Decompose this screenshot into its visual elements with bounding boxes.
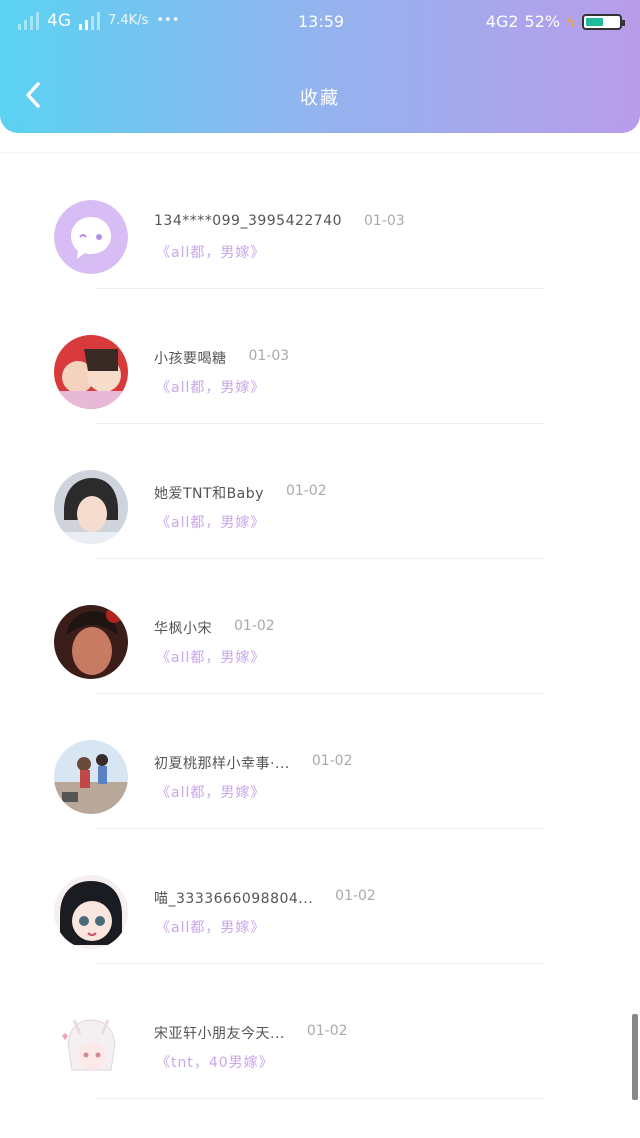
item-date: 01-03 — [364, 213, 405, 229]
status-bar: 4G 7.4K/s ••• 13:59 4G2 52% ϟ — [0, 8, 640, 36]
user-name: 喵_3333666098804... — [154, 891, 314, 907]
story-title: 《all都，男嫁》 — [156, 380, 266, 396]
network-speed: 7.4K/s — [108, 13, 149, 28]
item-date: 01-02 — [285, 483, 327, 499]
item-header: 华枫小宋 01-02 — [154, 618, 275, 638]
item-header: 宋亚轩小朋友今天... 01-02 — [154, 1023, 348, 1043]
user-name: 小孩要喝糖 — [154, 351, 227, 367]
scrollbar[interactable] — [632, 1014, 638, 1100]
story-title: 《all都，男嫁》 — [156, 650, 266, 666]
user-name: 初夏桃那样小幸事·... — [154, 756, 290, 772]
user-name: 华枫小宋 — [154, 621, 212, 637]
item-date: 01-02 — [311, 753, 353, 769]
item-date: 01-02 — [306, 1023, 348, 1039]
signal-icon — [18, 12, 39, 30]
favorite-list-item[interactable]: 小孩要喝糖 01-03 《all都，男嫁》 — [0, 289, 640, 424]
avatar[interactable] — [54, 740, 128, 814]
favorite-list-item[interactable]: 初夏桃那样小幸事·... 01-02 《all都，男嫁》 — [0, 694, 640, 829]
avatar[interactable] — [54, 470, 128, 544]
item-header: 喵_3333666098804... 01-02 — [154, 888, 376, 908]
avatar[interactable] — [54, 335, 128, 409]
network-type: 4G — [47, 11, 71, 31]
user-name: 134****099_3995422740 — [154, 213, 343, 229]
favorite-list-item[interactable]: 喵_3333666098804... 01-02 《all都，男嫁》 — [0, 829, 640, 964]
avatar[interactable] — [54, 200, 128, 274]
user-name: 她爱TNT和Baby — [154, 486, 264, 502]
avatar[interactable] — [54, 1010, 128, 1084]
avatar[interactable] — [54, 605, 128, 679]
favorite-list-item[interactable]: 她爱TNT和Baby 01-02 《all都，男嫁》 — [0, 424, 640, 559]
item-date: 01-03 — [248, 348, 290, 364]
network-type-2: 4G2 — [485, 12, 519, 31]
page-title: 收藏 — [300, 88, 340, 109]
story-title: 《all都，男嫁》 — [156, 245, 266, 261]
item-header: 134****099_3995422740 01-03 — [154, 213, 405, 229]
item-header: 小孩要喝糖 01-03 — [154, 348, 289, 368]
favorite-list-item[interactable]: 华枫小宋 01-02 《all都，男嫁》 — [0, 559, 640, 694]
avatar[interactable] — [54, 875, 128, 949]
story-title: 《all都，男嫁》 — [156, 785, 266, 801]
divider — [96, 1098, 544, 1099]
app-header: 4G 7.4K/s ••• 13:59 4G2 52% ϟ 收藏 — [0, 0, 640, 133]
favorite-list-item[interactable]: 宋亚轩小朋友今天... 01-02 《tnt，40男嫁》 — [0, 964, 640, 1099]
story-title: 《all都，男嫁》 — [156, 920, 266, 936]
item-date: 01-02 — [335, 888, 376, 904]
clock: 13:59 — [298, 12, 345, 31]
user-name: 宋亚轩小朋友今天... — [154, 1026, 285, 1042]
battery-icon — [582, 13, 625, 30]
favorite-list-item[interactable]: 134****099_3995422740 01-03 《all都，男嫁》 — [0, 154, 640, 289]
story-title: 《all都，男嫁》 — [156, 515, 266, 531]
charging-icon: ϟ — [566, 12, 576, 31]
item-header: 初夏桃那样小幸事·... 01-02 — [154, 753, 353, 773]
battery-percent: 52% — [524, 12, 561, 31]
item-date: 01-02 — [234, 618, 275, 634]
item-header: 她爱TNT和Baby 01-02 — [154, 483, 327, 503]
notification-dots: ••• — [156, 13, 180, 28]
story-title: 《tnt，40男嫁》 — [156, 1055, 274, 1071]
signal-icon-2 — [79, 12, 100, 30]
